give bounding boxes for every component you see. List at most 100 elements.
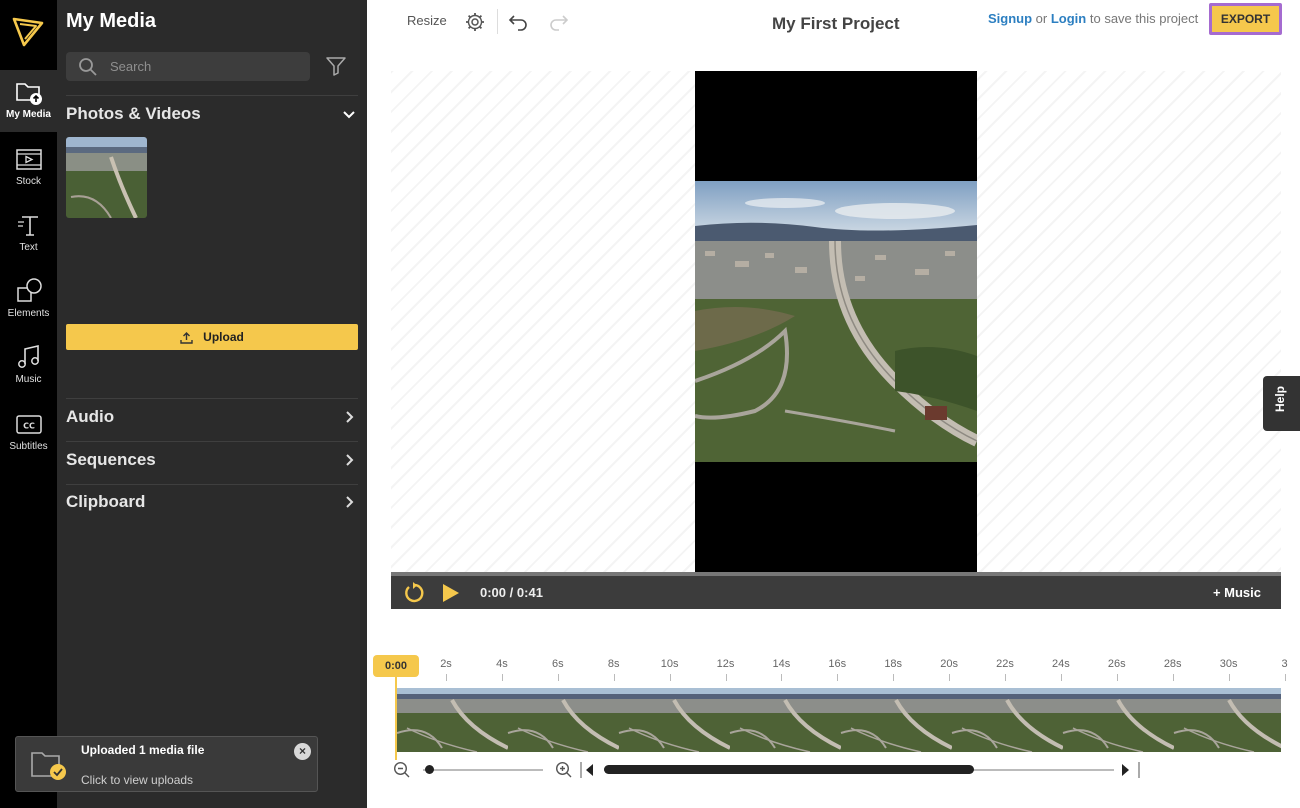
divider (66, 484, 358, 485)
timeline-scroll-thumb[interactable] (604, 765, 974, 774)
tick-label: 3 (1281, 658, 1288, 670)
aerial-landscape-thumbnail (66, 137, 147, 218)
media-panel: My Media Photos & Videos (57, 0, 367, 808)
rail-item-text[interactable]: Text (0, 203, 57, 265)
top-toolbar: Resize My First Project Signup or Login … (367, 0, 1300, 45)
tick-mark (557, 674, 559, 681)
playhead-handle[interactable]: 0:00 (373, 655, 419, 677)
tick-label: 4s (496, 658, 508, 670)
time-separator: / (509, 585, 514, 600)
tick-mark (613, 674, 615, 681)
tick-mark (501, 674, 503, 681)
divider (66, 398, 358, 399)
tick-label: 8s (607, 658, 620, 670)
search-input[interactable] (110, 52, 300, 81)
zoom-slider-knob[interactable] (425, 765, 434, 774)
tick-label: 16s (828, 658, 847, 670)
tick-label: 22s (996, 658, 1014, 670)
rail-label: Stock (15, 176, 41, 187)
export-button[interactable]: EXPORT (1209, 3, 1282, 35)
play-icon[interactable] (441, 582, 461, 604)
panel-title: My Media (66, 10, 157, 32)
zoom-in-icon[interactable] (555, 761, 573, 779)
current-time: 0:00 (480, 585, 507, 600)
chevron-right-icon (346, 454, 354, 466)
scroll-right-icon[interactable] (1119, 761, 1141, 779)
section-label: Sequences (66, 450, 156, 469)
tick-label: 30s (1219, 658, 1238, 670)
tick-label: 28s (1163, 658, 1182, 670)
tick-mark (837, 674, 839, 681)
tick-label: 2s (440, 658, 452, 670)
zoom-out-icon[interactable] (393, 761, 411, 779)
video-track-clip[interactable] (397, 688, 1281, 752)
section-clipboard[interactable]: Clipboard (66, 489, 358, 515)
login-link[interactable]: Login (1051, 11, 1086, 26)
tick-mark (1172, 674, 1174, 681)
upload-label: Upload (203, 330, 244, 344)
rail-item-stock[interactable]: Stock (0, 137, 57, 199)
rail-item-music[interactable]: Music (0, 335, 57, 397)
text-icon (17, 216, 38, 236)
tick-label: 18s (884, 658, 903, 670)
rail-label: Text (19, 242, 38, 253)
aerial-landscape-image (695, 181, 977, 462)
tick-mark (446, 674, 447, 681)
tick-mark (1228, 674, 1230, 681)
divider (66, 441, 358, 442)
replay-icon[interactable] (403, 582, 425, 604)
tick-label: 10s (660, 658, 679, 670)
redo-icon[interactable] (547, 11, 569, 33)
media-thumbnail[interactable] (66, 137, 147, 218)
help-label: Help (1273, 385, 1287, 412)
section-label: Clipboard (66, 492, 146, 511)
add-music-button[interactable]: + Music (1213, 585, 1261, 600)
rail-item-elements[interactable]: Elements (0, 269, 57, 331)
zoom-slider-track[interactable] (423, 769, 543, 771)
tick-mark (669, 674, 671, 681)
app-logo-icon[interactable] (11, 14, 45, 48)
video-frame[interactable] (695, 181, 977, 462)
filter-icon[interactable] (325, 55, 347, 77)
search-icon (79, 58, 97, 76)
close-icon[interactable]: × (294, 743, 311, 760)
tick-label: 26s (1107, 658, 1126, 670)
rail-item-subtitles[interactable]: CC Subtitles (0, 402, 57, 464)
video-filmstrip (397, 688, 1281, 752)
help-tab[interactable]: Help (1263, 376, 1300, 431)
save-suffix: to save this project (1089, 11, 1199, 26)
project-title[interactable]: My First Project (772, 14, 900, 34)
tick-label: 24s (1052, 658, 1070, 670)
folder-upload-icon (15, 83, 42, 105)
rail-item-my-media[interactable]: My Media (0, 70, 57, 132)
search-box (66, 52, 310, 81)
tick-label: 14s (772, 658, 791, 670)
tick-mark (1060, 674, 1062, 681)
tick-label: 12s (716, 658, 735, 670)
scroll-left-icon[interactable] (580, 761, 598, 779)
undo-icon[interactable] (508, 11, 530, 33)
divider (66, 95, 358, 96)
shapes-icon (16, 278, 42, 302)
rail-label: My Media (5, 109, 51, 120)
toast-subtitle: Click to view uploads (81, 773, 194, 787)
tick-mark (949, 674, 951, 681)
gear-icon[interactable] (464, 11, 486, 33)
tick-label: 20s (940, 658, 958, 670)
tick-mark (1005, 674, 1006, 681)
upload-toast[interactable]: Uploaded 1 media file Click to view uplo… (15, 736, 318, 792)
toolbar-separator (497, 9, 498, 34)
resize-button[interactable]: Resize (407, 13, 447, 28)
tick-mark (893, 674, 895, 681)
section-sequences[interactable]: Sequences (66, 447, 358, 473)
rail-label: Music (15, 374, 42, 385)
tick-mark (1116, 674, 1118, 681)
player-controls: 0:00 / 0:41 + Music (391, 572, 1281, 609)
upload-button[interactable]: Upload (66, 324, 358, 350)
section-audio[interactable]: Audio (66, 404, 358, 430)
tick-mark (1284, 674, 1286, 681)
music-note-icon (17, 344, 39, 368)
signup-link[interactable]: Signup (988, 11, 1032, 26)
section-photos-videos[interactable]: Photos & Videos (66, 101, 358, 127)
playhead-line[interactable] (395, 677, 397, 760)
